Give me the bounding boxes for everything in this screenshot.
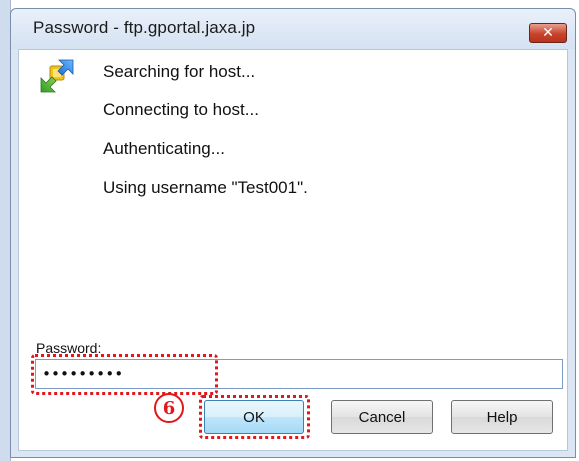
step-marker: 6: [154, 393, 184, 423]
status-line-authenticating: Authenticating...: [103, 139, 225, 158]
password-input[interactable]: [35, 359, 563, 389]
window-title: Password - ftp.gportal.jaxa.jp: [33, 18, 256, 37]
ok-button[interactable]: OK: [204, 400, 304, 434]
help-button[interactable]: Help: [451, 400, 553, 434]
password-dialog: Password - ftp.gportal.jaxa.jp ✕ Searchi…: [10, 8, 576, 458]
status-line-searching: Searching for host...: [103, 62, 256, 81]
dialog-body: Searching for host... Connecting to host…: [18, 49, 568, 451]
screen: Password - ftp.gportal.jaxa.jp ✕ Searchi…: [0, 0, 579, 461]
transfer-arrows-icon: [40, 59, 74, 93]
close-icon: ✕: [542, 25, 554, 41]
title-bar[interactable]: Password - ftp.gportal.jaxa.jp ✕: [11, 9, 575, 49]
password-label: Password:: [36, 340, 102, 356]
close-button[interactable]: ✕: [529, 23, 567, 43]
status-line-username: Using username "Test001".: [103, 178, 308, 197]
status-line-connecting: Connecting to host...: [103, 100, 259, 119]
cancel-button[interactable]: Cancel: [331, 400, 433, 434]
